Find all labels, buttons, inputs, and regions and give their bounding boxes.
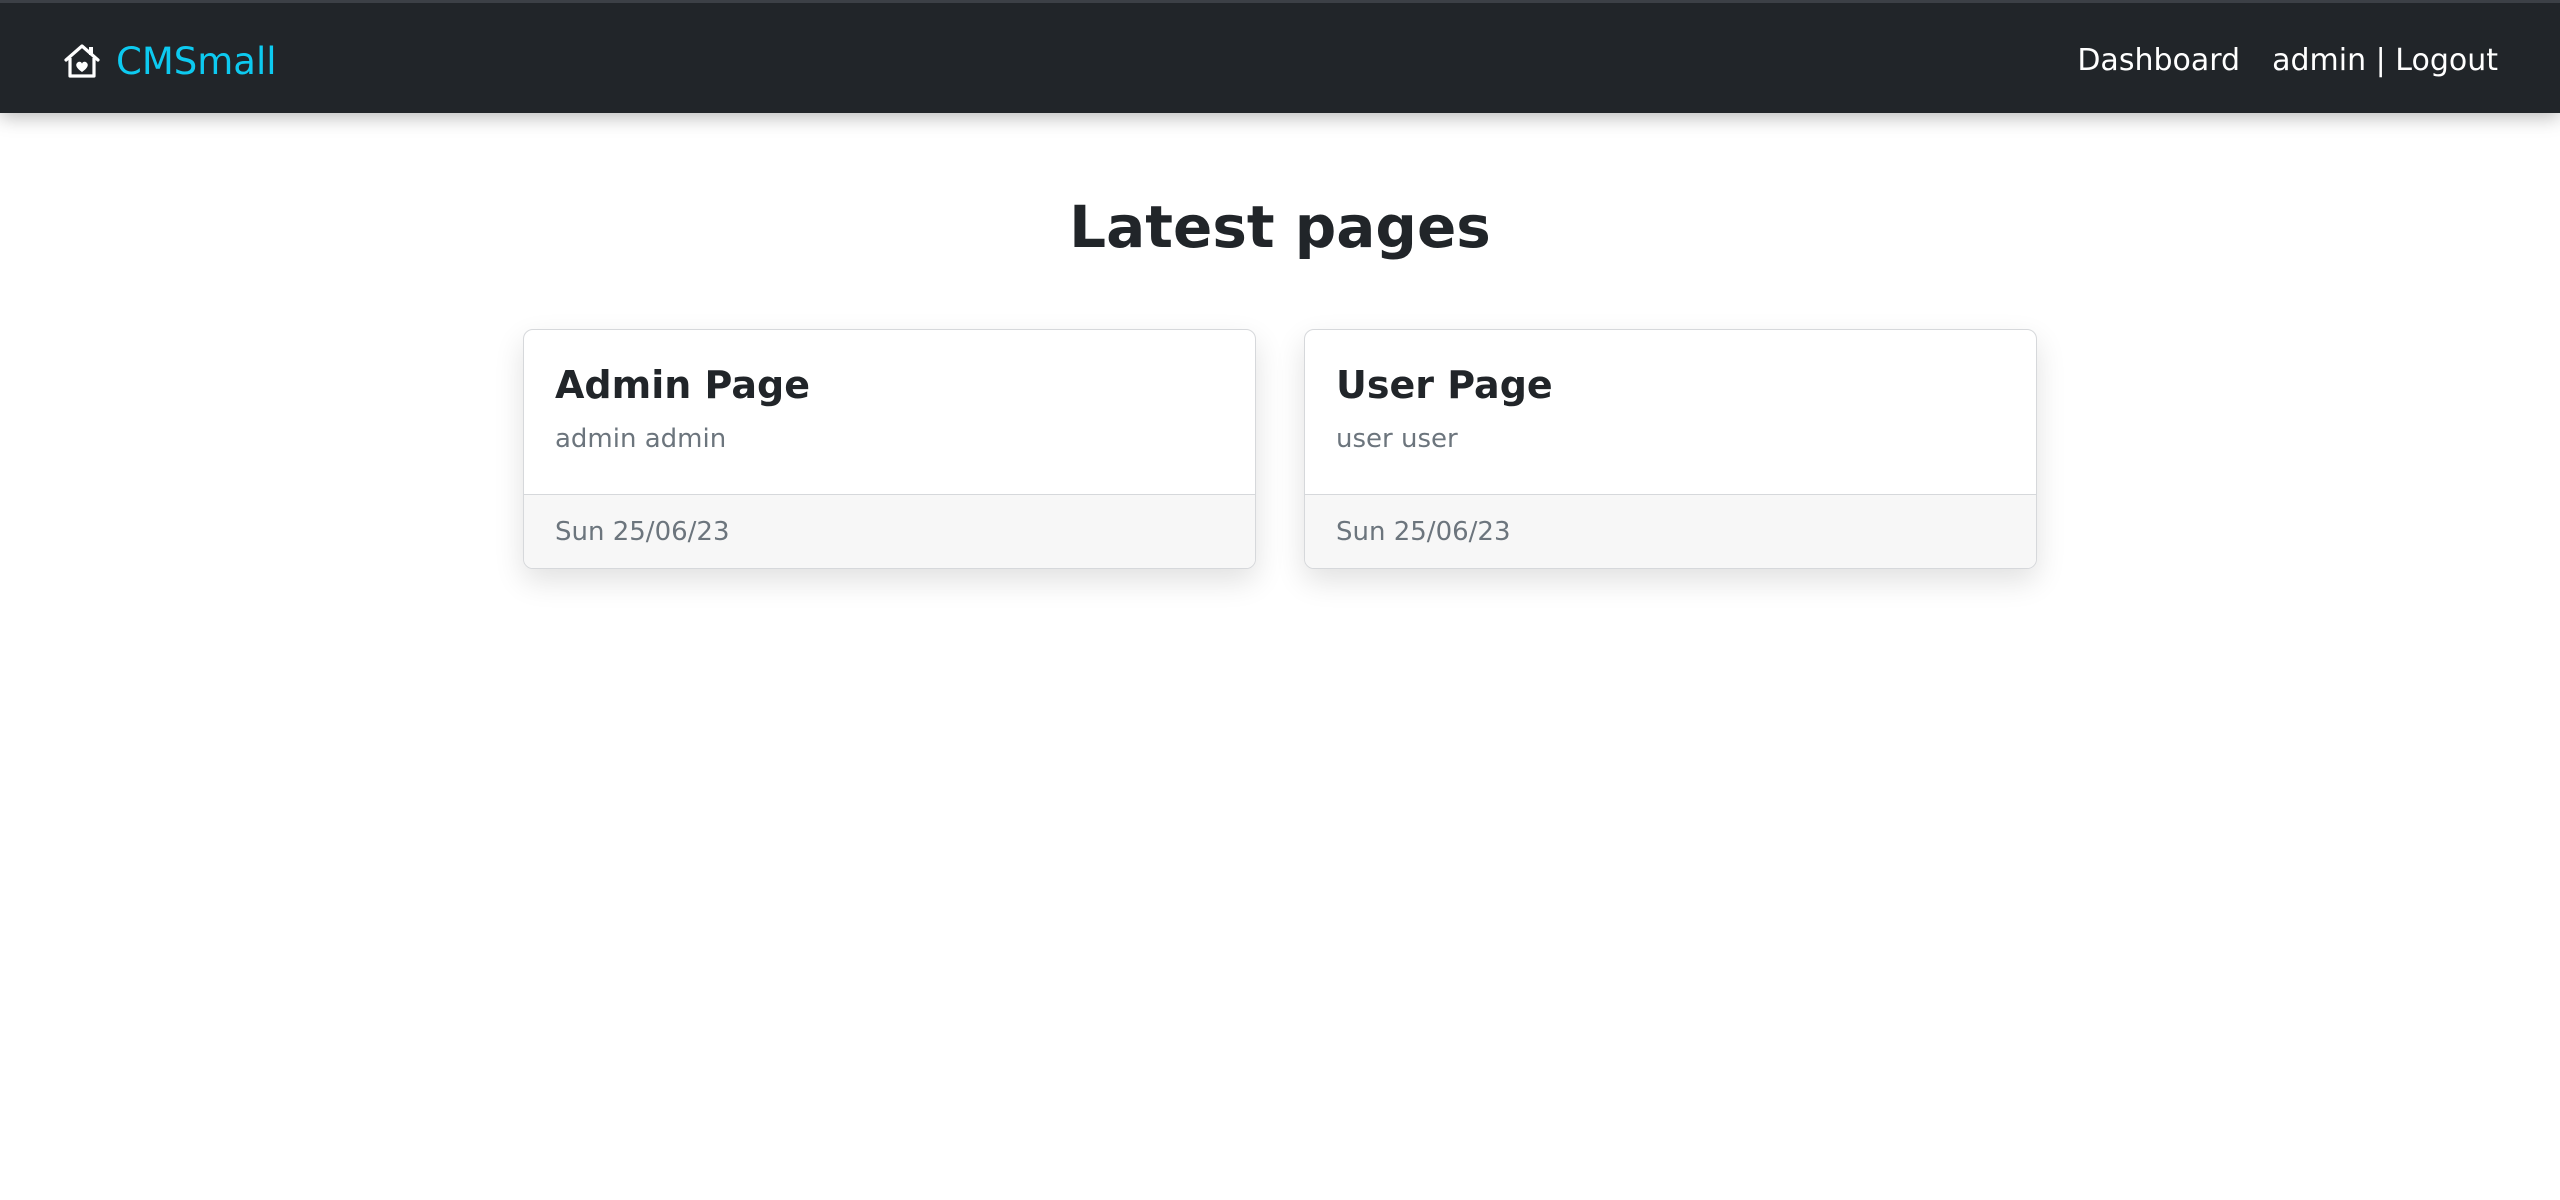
navbar: CMSmall Dashboard admin | Logout (0, 0, 2560, 113)
logout-link[interactable]: admin | Logout (2272, 46, 2498, 76)
card-body: User Page user user (1305, 330, 2036, 495)
card-title: User Page (1336, 363, 1553, 407)
dashboard-link[interactable]: Dashboard (2077, 46, 2240, 76)
page-title: Latest pages (1069, 193, 1491, 261)
brand-link[interactable]: CMSmall (62, 37, 277, 85)
nav-links: Dashboard admin | Logout (2077, 37, 2498, 85)
page-card[interactable]: Admin Page admin admin Sun 25/06/23 (523, 329, 1256, 569)
card-body: Admin Page admin admin (524, 330, 1255, 495)
house-heart-icon (62, 41, 102, 81)
page-card[interactable]: User Page user user Sun 25/06/23 (1304, 329, 2037, 569)
brand-name: CMSmall (116, 39, 277, 83)
card-author: user user (1336, 423, 1458, 454)
card-footer-date: Sun 25/06/23 (1305, 494, 2036, 568)
card-footer-date: Sun 25/06/23 (524, 494, 1255, 568)
card-title: Admin Page (555, 363, 810, 407)
card-author: admin admin (555, 423, 727, 454)
